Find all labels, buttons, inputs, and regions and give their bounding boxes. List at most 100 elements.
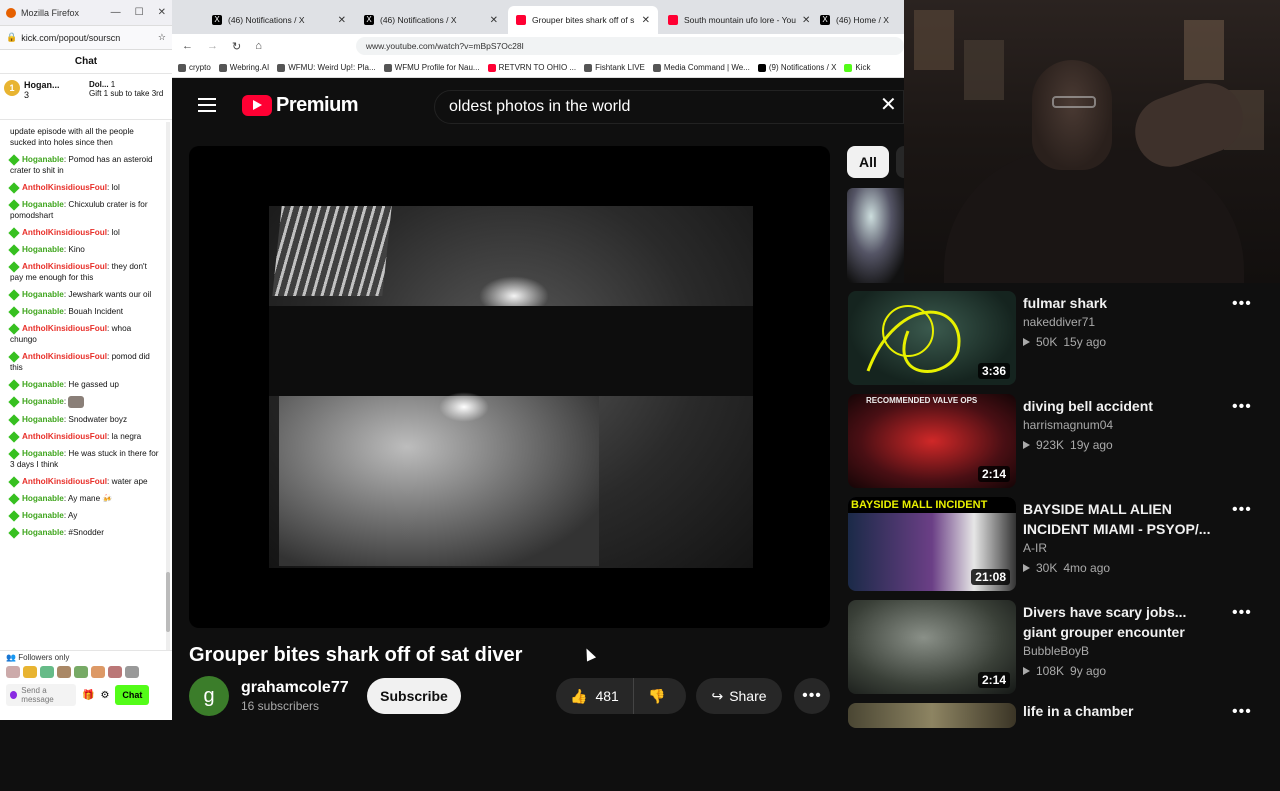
recommendation-card[interactable]: 3:36 fulmar shark nakeddiver71 50K 15y ag… xyxy=(846,283,1280,385)
webcam-overlay xyxy=(904,0,1280,283)
emoji-icon[interactable] xyxy=(10,691,18,699)
emote-icon[interactable] xyxy=(91,666,105,678)
chat-url[interactable]: kick.com/popout/sourscn xyxy=(21,33,154,43)
minimize-icon[interactable]: — xyxy=(111,7,121,18)
browser-tab[interactable]: X (46) Notifications / X ✕ xyxy=(204,6,354,34)
recommendation-channel[interactable]: BubbleBoyB xyxy=(1023,644,1089,658)
more-options-icon[interactable]: ••• xyxy=(1232,398,1252,416)
recommendation-card[interactable]: life in a chamber ••• xyxy=(846,695,1280,791)
scrollbar-thumb[interactable] xyxy=(166,572,170,632)
filter-chip[interactable] xyxy=(896,146,904,178)
message-input[interactable]: Send a message xyxy=(6,684,76,706)
more-options-icon[interactable]: ••• xyxy=(1232,604,1252,622)
forward-icon[interactable]: → xyxy=(207,40,218,52)
channel-name[interactable]: grahamcole77 xyxy=(241,679,349,697)
recommendation-channel[interactable]: A-IR xyxy=(1023,541,1047,555)
back-icon[interactable]: ← xyxy=(182,40,193,52)
top-gifter-2[interactable]: Dol... 1 Gift 1 sub to take 3rd xyxy=(85,74,170,119)
bookmark-item[interactable]: Webring.AI xyxy=(218,63,269,72)
bookmark-item[interactable]: Media Command | We... xyxy=(652,63,750,72)
browser-tab[interactable]: X (46) Notifications / X ✕ xyxy=(356,6,506,34)
chat-send-button[interactable]: Chat xyxy=(115,685,150,705)
home-icon[interactable]: ⌂ xyxy=(255,40,262,52)
like-dislike-bar: 👍 481 👎 xyxy=(556,678,686,714)
recommendation-title[interactable]: diving bell accident xyxy=(1023,396,1213,416)
emote-icon: 🍻 xyxy=(102,494,113,503)
settings-icon[interactable]: ⚙ xyxy=(100,690,109,701)
video-thumbnail[interactable]: 2:14 xyxy=(848,600,1016,694)
chat-scrollbar[interactable] xyxy=(166,122,170,650)
subscribe-button[interactable]: Subscribe xyxy=(367,678,461,714)
dislike-button[interactable]: 👎 xyxy=(634,688,665,705)
browser-tab-active[interactable]: Grouper bites shark off of s ✕ xyxy=(508,6,658,34)
thumbnail-overlay-text: RECOMMENDED VALVE OPS xyxy=(866,396,978,405)
emote-icon[interactable] xyxy=(108,666,122,678)
maximize-icon[interactable]: ☐ xyxy=(135,7,144,18)
youtube-premium-logo[interactable]: Premium xyxy=(242,94,359,117)
recommendation-card[interactable]: RECOMMENDED VALVE OPS 2:14 diving bell a… xyxy=(846,386,1280,488)
channel-avatar[interactable]: g xyxy=(189,676,229,716)
emote-icon[interactable] xyxy=(40,666,54,678)
close-tab-icon[interactable]: ✕ xyxy=(802,15,810,26)
video-thumbnail[interactable]: BAYSIDE MALL INCIDENT 21:08 xyxy=(848,497,1016,591)
video-player[interactable] xyxy=(189,146,830,628)
close-tab-icon[interactable]: ✕ xyxy=(490,15,498,26)
recommendation-title[interactable]: Divers have scary jobs... giant grouper … xyxy=(1023,602,1213,642)
browser-tab[interactable]: South mountain ufo lore - You ✕ xyxy=(660,6,810,34)
glasses-shape xyxy=(1052,96,1096,108)
menu-icon[interactable] xyxy=(198,98,216,112)
bookmark-star-icon[interactable]: ☆ xyxy=(158,32,166,43)
bookmark-item[interactable]: WFMU Profile for Nau... xyxy=(383,63,480,72)
recommendation-title[interactable]: fulmar shark xyxy=(1023,293,1213,313)
close-icon[interactable]: ✕ xyxy=(158,7,166,18)
badge-icon xyxy=(8,510,20,522)
filter-chip-all[interactable]: All xyxy=(847,146,889,178)
recommendation-card[interactable]: BAYSIDE MALL INCIDENT 21:08 BAYSIDE MALL… xyxy=(846,489,1280,591)
bookmark-item[interactable]: Fishtank LIVE xyxy=(584,63,645,72)
bookmark-item[interactable]: (9) Notifications / X xyxy=(757,63,836,72)
close-tab-icon[interactable]: ✕ xyxy=(338,15,346,26)
close-tab-icon[interactable]: ✕ xyxy=(642,15,650,26)
emote-icon[interactable] xyxy=(6,666,20,678)
search-input[interactable]: oldest photos in the world xyxy=(434,90,904,124)
more-options-icon[interactable]: ••• xyxy=(1232,703,1252,721)
video-highlight xyxy=(439,392,489,422)
firefox-urlbar[interactable]: 🔒 kick.com/popout/sourscn ☆ xyxy=(0,26,172,50)
media-command-icon xyxy=(652,63,661,72)
recommendation-title[interactable]: BAYSIDE MALL ALIEN INCIDENT MIAMI - PSYO… xyxy=(1023,499,1213,539)
emote-icon[interactable] xyxy=(23,666,37,678)
more-options-icon[interactable]: ••• xyxy=(1232,501,1252,519)
reload-icon[interactable]: ↻ xyxy=(232,40,241,53)
recommendation-card[interactable]: 2:14 Divers have scary jobs... giant gro… xyxy=(846,592,1280,694)
more-options-icon[interactable]: ••• xyxy=(1232,295,1252,313)
chat-message: AntholKinsidiousFoul: la negra xyxy=(8,431,160,443)
recommendation-channel[interactable]: harrismagnum04 xyxy=(1023,418,1113,432)
video-thumbnail[interactable] xyxy=(848,703,1016,728)
recommendation-title[interactable]: life in a chamber xyxy=(1023,701,1213,721)
video-thumbnail[interactable]: RECOMMENDED VALVE OPS 2:14 xyxy=(848,394,1016,488)
bookmark-item[interactable]: crypto xyxy=(178,63,211,72)
badge-icon xyxy=(8,323,20,335)
chat-message: update episode with all the people sucke… xyxy=(10,127,134,147)
top-gifter-1[interactable]: 1 Hogan... 3 xyxy=(0,74,85,119)
bookmark-item[interactable]: WFMU: Weird Up!: Pla... xyxy=(277,63,376,72)
browser-tab[interactable]: X (46) Home / X xyxy=(812,6,892,34)
youtube-masthead: Premium oldest photos in the world ✕ xyxy=(172,78,904,134)
x-logo-icon: X xyxy=(820,15,830,25)
emote-icon[interactable] xyxy=(125,666,139,678)
recommendation-thumbnail[interactable] xyxy=(847,188,904,283)
emote-icon[interactable] xyxy=(57,666,71,678)
badge-icon xyxy=(8,476,20,488)
gift-icon[interactable]: 🎁 xyxy=(82,690,94,701)
bookmark-item[interactable]: Kick xyxy=(844,63,871,72)
share-button[interactable]: ↪ Share xyxy=(696,678,782,714)
emote-icon[interactable] xyxy=(74,666,88,678)
address-bar[interactable]: www.youtube.com/watch?v=mBpS7Oc28I xyxy=(355,37,904,55)
like-button[interactable]: 👍 481 xyxy=(556,678,634,714)
clear-search-icon[interactable]: ✕ xyxy=(880,95,897,115)
recommendation-meta: 108K 9y ago xyxy=(1023,664,1106,678)
recommendation-channel[interactable]: nakeddiver71 xyxy=(1023,315,1095,329)
video-thumbnail[interactable]: 3:36 xyxy=(848,291,1016,385)
bookmark-item[interactable]: RETVRN TO OHIO ... xyxy=(487,63,576,72)
more-actions-button[interactable]: ••• xyxy=(794,678,830,714)
